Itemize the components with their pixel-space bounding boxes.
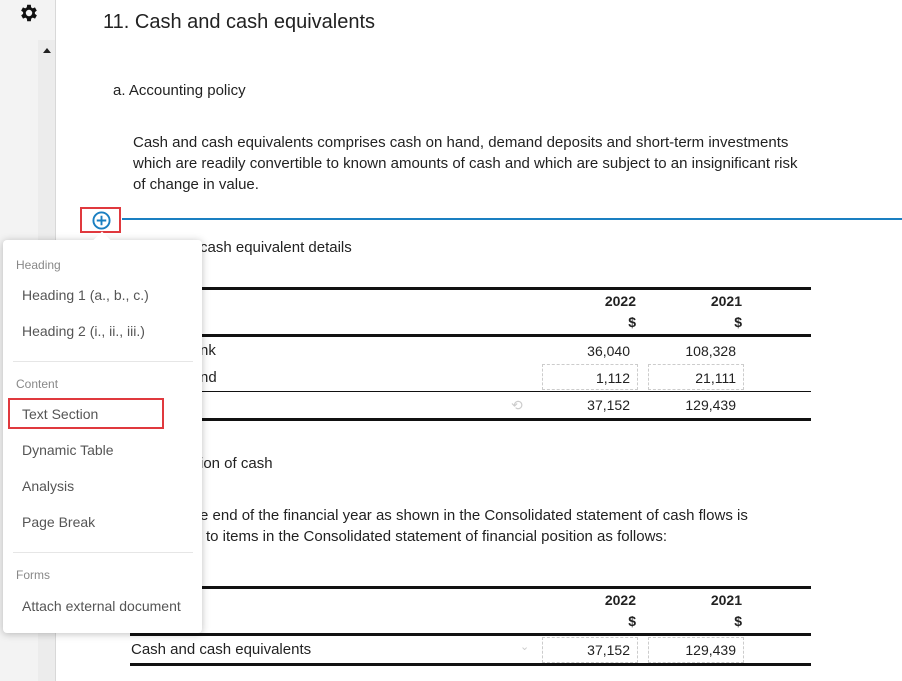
table-rule [130, 287, 811, 290]
policy-text-line: of change in value. [133, 176, 259, 193]
menu-item-heading-2[interactable]: Heading 2 (i., ii., iii.) [22, 323, 145, 339]
cell-value: 129,439 [685, 642, 736, 658]
subheading-details: cash equivalent details [200, 239, 352, 256]
policy-text-line: Cash and cash equivalents comprises cash… [133, 134, 789, 151]
column-unit: $ [734, 613, 742, 629]
total-value: 37,152 [587, 397, 630, 413]
total-value: 129,439 [685, 397, 736, 413]
row-label: nk [200, 342, 216, 359]
subheading-reconciliation: ion of cash [200, 455, 273, 472]
undo-icon[interactable]: ⟲ [511, 397, 523, 414]
insert-line [122, 218, 902, 220]
gear-icon[interactable] [18, 2, 40, 24]
column-header: 2021 [710, 293, 742, 309]
column-unit: $ [628, 314, 636, 330]
column-header: 2021 [710, 592, 742, 608]
menu-item-attach-document[interactable]: Attach external document [22, 598, 181, 614]
triangle-up-icon[interactable] [43, 48, 51, 53]
row-label: nd [200, 369, 217, 386]
recon-text-line: e end of the financial year as shown in … [200, 507, 748, 524]
column-header: 2022 [604, 293, 636, 309]
menu-item-dynamic-table[interactable]: Dynamic Table [22, 442, 114, 458]
table-rule [130, 418, 811, 421]
table-rule [130, 586, 811, 589]
cell-value: 37,152 [587, 642, 630, 658]
menu-item-text-section[interactable]: Text Section [22, 406, 98, 422]
cell-value: 36,040 [587, 343, 630, 359]
menu-item-page-break[interactable]: Page Break [22, 514, 95, 530]
add-section-button[interactable] [80, 207, 121, 233]
cell-value: 1,112 [596, 370, 630, 386]
menu-item-heading-1[interactable]: Heading 1 (a., b., c.) [22, 287, 149, 303]
chevron-down-icon[interactable]: ⌄ [520, 640, 529, 653]
menu-section-heading: Heading [16, 258, 61, 272]
insert-menu: Heading Heading 1 (a., b., c.) Heading 2… [3, 231, 202, 633]
cell-value: 108,328 [685, 343, 736, 359]
menu-item-analysis[interactable]: Analysis [22, 478, 74, 494]
table-rule [130, 633, 811, 636]
menu-section-forms: Forms [16, 568, 50, 582]
plus-circle-icon [92, 211, 111, 230]
table-rule [130, 663, 811, 666]
table-rule [130, 391, 811, 392]
column-unit: $ [734, 314, 742, 330]
table-rule [130, 334, 811, 337]
menu-caret [93, 231, 111, 249]
subheading-accounting-policy: a. Accounting policy [113, 82, 246, 99]
menu-section-content: Content [16, 377, 59, 391]
column-header: 2022 [604, 592, 636, 608]
menu-divider [13, 552, 193, 553]
recon-text-line: to items in the Consolidated statement o… [206, 528, 668, 545]
policy-text-line: which are readily convertible to known a… [133, 155, 798, 172]
row-label: Cash and cash equivalents [131, 641, 312, 658]
menu-divider [13, 361, 193, 362]
column-unit: $ [628, 613, 636, 629]
page-title: 11. Cash and cash equivalents [103, 11, 376, 33]
cell-value: 21,111 [695, 370, 736, 386]
